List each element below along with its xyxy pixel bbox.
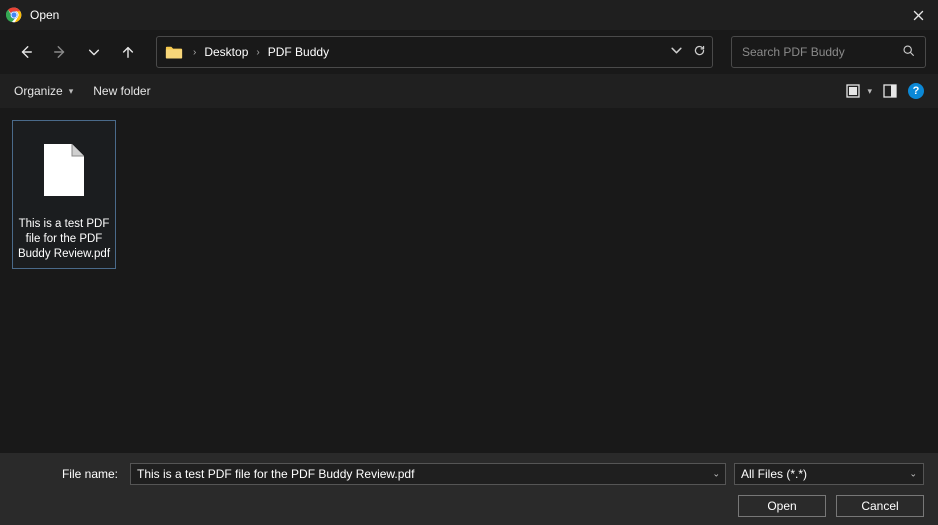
chrome-icon — [6, 7, 22, 23]
organize-label: Organize — [14, 84, 63, 98]
file-icon — [17, 127, 111, 213]
breadcrumb: › Desktop › PDF Buddy — [193, 45, 670, 59]
file-item[interactable]: This is a test PDF file for the PDF Budd… — [12, 120, 116, 269]
help-button[interactable]: ? — [908, 83, 924, 99]
up-button[interactable] — [114, 38, 142, 66]
filetype-value: All Files (*.*) — [741, 467, 807, 481]
bottom-panel: File name: ⌄ All Files (*.*) ⌄ Open Canc… — [0, 453, 938, 525]
breadcrumb-item[interactable]: PDF Buddy — [268, 45, 329, 59]
caret-down-icon: ⌄ — [909, 469, 917, 480]
address-dropdown-button[interactable] — [670, 44, 683, 60]
open-button[interactable]: Open — [738, 495, 826, 517]
search-box[interactable] — [731, 36, 926, 68]
filename-input[interactable] — [130, 463, 726, 485]
breadcrumb-item[interactable]: Desktop — [204, 45, 248, 59]
caret-down-icon[interactable]: ▾ — [867, 86, 872, 97]
refresh-button[interactable] — [693, 44, 706, 60]
chevron-right-icon[interactable]: › — [256, 47, 259, 58]
preview-pane-button[interactable] — [880, 81, 900, 101]
filetype-select[interactable]: All Files (*.*) ⌄ — [734, 463, 924, 485]
recent-locations-button[interactable] — [80, 38, 108, 66]
new-folder-button[interactable]: New folder — [93, 84, 150, 98]
nav-row: › Desktop › PDF Buddy — [0, 30, 938, 74]
search-input[interactable] — [742, 45, 902, 59]
close-button[interactable] — [898, 0, 938, 30]
address-bar[interactable]: › Desktop › PDF Buddy — [156, 36, 713, 68]
cancel-button[interactable]: Cancel — [836, 495, 924, 517]
search-icon[interactable] — [902, 44, 915, 60]
titlebar: Open — [0, 0, 938, 30]
window-title: Open — [30, 8, 59, 22]
file-label: This is a test PDF file for the PDF Budd… — [17, 217, 111, 262]
organize-button[interactable]: Organize ▾ — [14, 84, 73, 98]
file-area[interactable]: This is a test PDF file for the PDF Budd… — [0, 108, 938, 453]
back-button[interactable] — [12, 38, 40, 66]
forward-button[interactable] — [46, 38, 74, 66]
folder-icon — [165, 45, 183, 59]
filename-label: File name: — [14, 467, 122, 481]
new-folder-label: New folder — [93, 84, 150, 98]
view-options-button[interactable] — [843, 81, 863, 101]
caret-down-icon: ▾ — [69, 86, 74, 97]
toolbar: Organize ▾ New folder ▾ ? — [0, 74, 938, 108]
chevron-right-icon[interactable]: › — [193, 47, 196, 58]
